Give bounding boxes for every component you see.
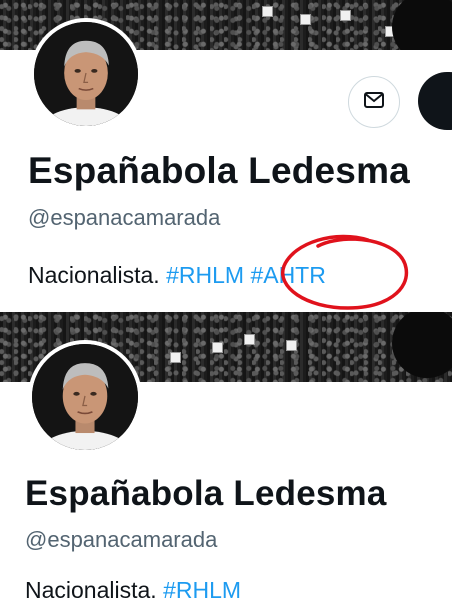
bio-text: Nacionalista. <box>28 262 160 288</box>
profile-panel-previous: Españabola Ledesma @espanacamarada Nacio… <box>0 312 452 612</box>
bio-text: Nacionalista. <box>25 577 157 603</box>
handle: @espanacamarada <box>28 205 221 230</box>
handle: @espanacamarada <box>25 527 218 552</box>
envelope-icon <box>362 88 386 117</box>
bio: Nacionalista. #RHLM #AHTR <box>28 262 326 289</box>
display-name: Españabola Ledesma <box>28 150 410 191</box>
avatar[interactable] <box>28 340 142 454</box>
avatar[interactable] <box>30 18 142 130</box>
avatar-photo <box>34 22 138 126</box>
bio: Nacionalista. #RHLM <box>25 577 241 604</box>
display-name: Españabola Ledesma <box>25 474 387 513</box>
hashtag-link-ahtr[interactable]: #AHTR <box>250 262 325 288</box>
follow-button[interactable] <box>418 72 452 130</box>
profile-panel-current: Españabola Ledesma @espanacamarada Nacio… <box>0 0 452 312</box>
hashtag-link-rhlm[interactable]: #RHLM <box>166 262 244 288</box>
avatar-photo <box>32 344 138 450</box>
message-button[interactable] <box>348 76 400 128</box>
hashtag-link-rhlm[interactable]: #RHLM <box>163 577 241 603</box>
